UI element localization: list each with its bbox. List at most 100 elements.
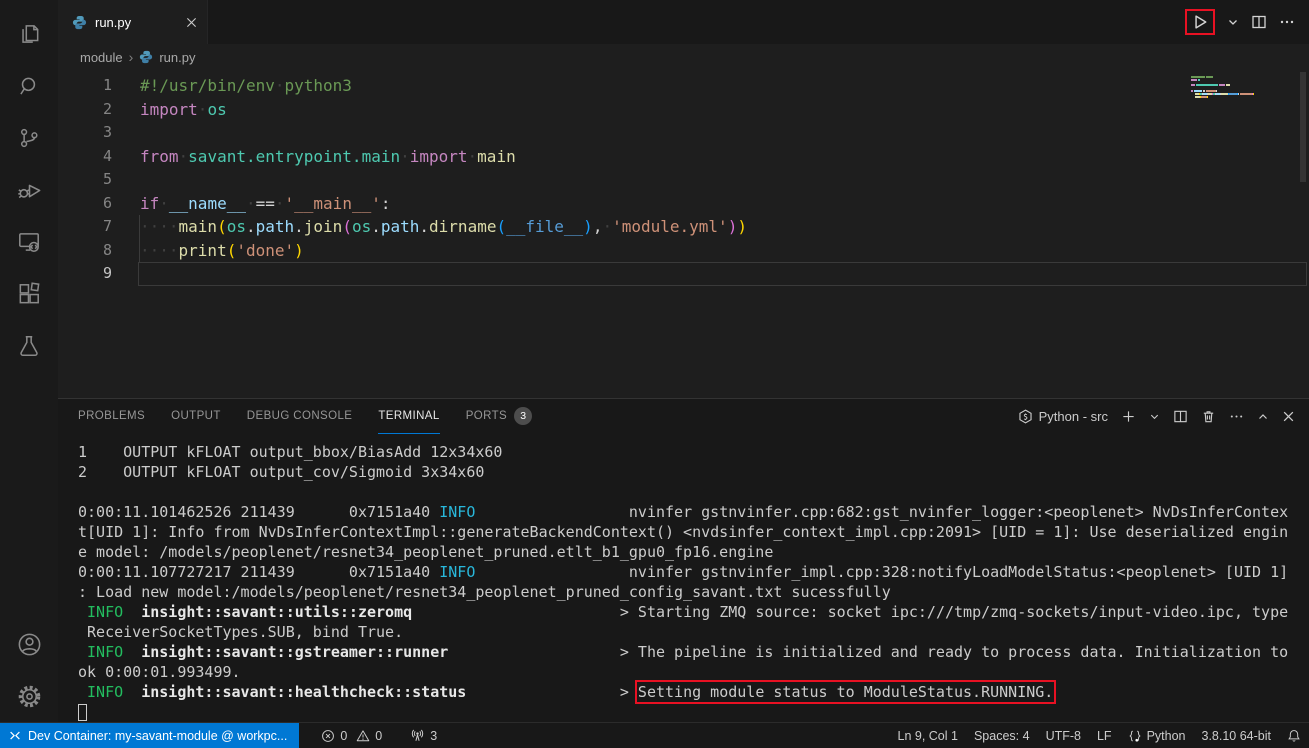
terminal-profile-icon xyxy=(1018,409,1033,424)
remote-indicator[interactable]: Dev Container: my-savant-module @ workpc… xyxy=(0,723,299,748)
tab-terminal[interactable]: TERMINAL xyxy=(378,399,439,434)
vscode-window: run.py xyxy=(0,0,1309,748)
forwarded-ports-indicator[interactable]: 3 xyxy=(402,723,445,748)
breadcrumb-file[interactable]: run.py xyxy=(159,50,195,65)
source-control-icon[interactable] xyxy=(5,112,53,164)
remote-label: Dev Container: my-savant-module @ workpc… xyxy=(28,729,287,743)
line-number: 4 xyxy=(58,145,112,169)
remote-explorer-icon[interactable] xyxy=(5,216,53,268)
code-line[interactable]: 1#!/usr/bin/env·python3 xyxy=(58,74,1309,98)
terminal-profile-label: Python - src xyxy=(1039,409,1108,424)
terminal-line: : Load new model:/models/peoplenet/resne… xyxy=(78,582,1309,602)
maximize-panel-button[interactable] xyxy=(1257,411,1269,423)
tab-run-py[interactable]: run.py xyxy=(58,0,208,44)
python-interpreter[interactable]: 3.8.10 64-bit xyxy=(1194,723,1280,748)
breadcrumb-folder[interactable]: module xyxy=(80,50,123,65)
breadcrumb-chevron-icon: › xyxy=(129,49,134,65)
annotation-run-button-highlight xyxy=(1185,9,1215,35)
tab-problems[interactable]: PROBLEMS xyxy=(78,399,145,434)
code-editor[interactable]: 1#!/usr/bin/env·python32import·os34from·… xyxy=(58,70,1309,398)
line-number: 5 xyxy=(58,168,112,192)
python-file-icon xyxy=(139,50,153,64)
panel-toolbar: Python - src xyxy=(1018,409,1295,424)
line-number: 1 xyxy=(58,74,112,98)
status-bar: Dev Container: my-savant-module @ workpc… xyxy=(0,722,1309,748)
run-python-file-button[interactable] xyxy=(1191,13,1209,31)
tab-ports[interactable]: PORTS 3 xyxy=(466,399,532,434)
terminal-output[interactable]: 1 OUTPUT kFLOAT output_bbox/BiasAdd 12x3… xyxy=(58,434,1309,722)
code-line[interactable]: 8····print('done') xyxy=(58,239,1309,263)
more-actions-button[interactable] xyxy=(1279,14,1295,30)
code-line[interactable]: 4from·savant.entrypoint.main·import·main xyxy=(58,145,1309,169)
error-count: 0 xyxy=(340,729,347,743)
chevron-down-icon xyxy=(1149,411,1160,422)
plus-icon xyxy=(1121,409,1136,424)
ellipsis-icon xyxy=(1229,409,1244,424)
minimap-slider[interactable] xyxy=(1300,72,1306,182)
eol-setting[interactable]: LF xyxy=(1089,723,1120,748)
testing-icon[interactable] xyxy=(5,320,53,372)
terminal-line: e model: /models/peoplenet/resnet34_peop… xyxy=(78,542,1309,562)
panel-header: PROBLEMS OUTPUT DEBUG CONSOLE TERMINAL P… xyxy=(58,399,1309,434)
terminal-dropdown-button[interactable] xyxy=(1149,411,1160,422)
editor-actions xyxy=(1185,0,1309,44)
run-dropdown-button[interactable] xyxy=(1227,16,1239,28)
ports-badge: 3 xyxy=(514,407,532,425)
line-number: 2 xyxy=(58,98,112,122)
split-editor-button[interactable] xyxy=(1251,14,1267,30)
explorer-icon[interactable] xyxy=(5,8,53,60)
settings-gear-icon[interactable] xyxy=(5,670,53,722)
tab-close-icon[interactable] xyxy=(186,17,197,28)
encoding-setting[interactable]: UTF-8 xyxy=(1038,723,1089,748)
terminal-line xyxy=(78,482,1309,502)
code-line[interactable]: 9 xyxy=(58,262,1309,286)
line-number: 6 xyxy=(58,192,112,216)
terminal-line: INFO insight::savant::utils::zeromq > St… xyxy=(78,602,1309,622)
remote-icon xyxy=(8,729,22,743)
tab-output[interactable]: OUTPUT xyxy=(171,399,221,434)
code-line[interactable]: 3 xyxy=(58,121,1309,145)
terminal-cursor xyxy=(78,704,87,721)
line-number: 7 xyxy=(58,215,112,239)
warning-count: 0 xyxy=(375,729,382,743)
accounts-icon[interactable] xyxy=(5,618,53,670)
terminal-line xyxy=(78,702,1309,722)
terminal-line: 0:00:11.101462526 211439 0x7151a40 INFO … xyxy=(78,502,1309,522)
terminal-line: INFO insight::savant::gstreamer::runner … xyxy=(78,642,1309,662)
terminal-line: INFO insight::savant::healthcheck::statu… xyxy=(78,682,1309,702)
terminal-profile-selector[interactable]: Python - src xyxy=(1018,409,1108,424)
search-icon[interactable] xyxy=(5,60,53,112)
notifications-bell[interactable] xyxy=(1279,723,1309,748)
bell-icon xyxy=(1287,729,1301,743)
code-line[interactable]: 6if·__name__·==·'__main__': xyxy=(58,192,1309,216)
annotation-status-highlight: Setting module status to ModuleStatus.RU… xyxy=(638,683,1053,701)
run-and-debug-icon[interactable] xyxy=(5,164,53,216)
code-line[interactable]: 5 xyxy=(58,168,1309,192)
minimap[interactable] xyxy=(1191,76,1263,101)
ports-count: 3 xyxy=(430,729,437,743)
terminal-line: 1 OUTPUT kFLOAT output_bbox/BiasAdd 12x3… xyxy=(78,442,1309,462)
close-icon xyxy=(1282,410,1295,423)
kill-terminal-button[interactable] xyxy=(1201,409,1216,424)
terminal-line: ReceiverSocketTypes.SUB, bind True. xyxy=(78,622,1309,642)
extensions-icon[interactable] xyxy=(5,268,53,320)
chevron-up-icon xyxy=(1257,411,1269,423)
activity-bar xyxy=(0,0,58,722)
language-mode[interactable]: Python xyxy=(1120,723,1194,748)
chevron-down-icon xyxy=(1227,16,1239,28)
code-line[interactable]: 2import·os xyxy=(58,98,1309,122)
split-terminal-button[interactable] xyxy=(1173,409,1188,424)
new-terminal-button[interactable] xyxy=(1121,409,1136,424)
code-line[interactable]: 7····main(os.path.join(os.path.dirname(_… xyxy=(58,215,1309,239)
cursor-position[interactable]: Ln 9, Col 1 xyxy=(890,723,966,748)
indentation-setting[interactable]: Spaces: 4 xyxy=(966,723,1038,748)
line-number: 9 xyxy=(58,262,112,286)
panel-more-actions-button[interactable] xyxy=(1229,409,1244,424)
error-icon xyxy=(321,729,335,743)
terminal-line: ok 0:00:01.993499. xyxy=(78,662,1309,682)
split-editor-icon xyxy=(1251,14,1267,30)
tab-debug-console[interactable]: DEBUG CONSOLE xyxy=(247,399,353,434)
close-panel-button[interactable] xyxy=(1282,410,1295,423)
problems-indicator[interactable]: 0 0 xyxy=(313,723,390,748)
split-terminal-icon xyxy=(1173,409,1188,424)
